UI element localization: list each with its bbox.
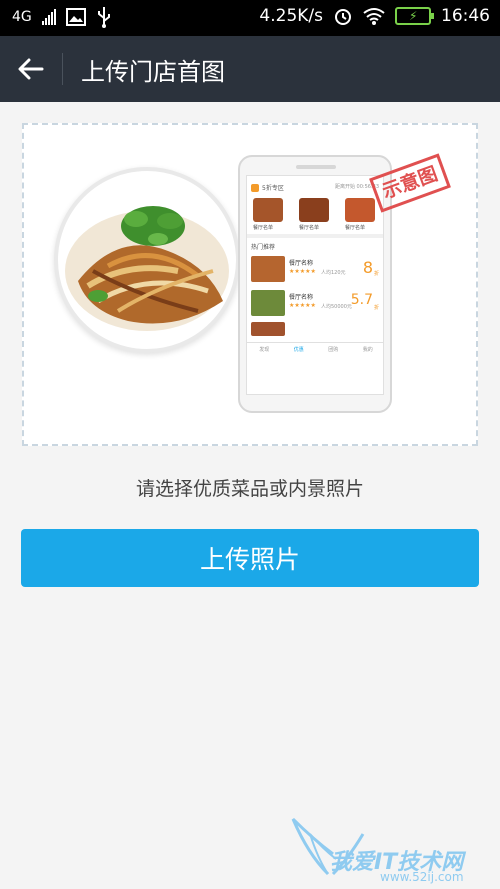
network-type: 4G [12,9,32,25]
dish-label: 餐厅名单 [299,225,320,231]
dish-thumb [253,198,283,222]
restaurant-price: 人均120元 [321,270,346,276]
clock: 16:46 [441,6,490,26]
sample-image-area[interactable]: 5折专区 距离开始 00:56:33 餐厅名单 餐厅名单 餐厅名单 热门推荐 餐… [22,123,478,446]
restaurant-name: 餐厅名称 [289,294,314,301]
restaurant-thumb [251,256,285,282]
header-divider [62,53,63,85]
restaurant-thumb [251,290,285,316]
network-speed: 4.25K/s [259,6,323,26]
section-icon [251,184,259,192]
section1-title: 5折专区 [262,185,284,192]
mini-tab-bar: 发现 优惠 团购 我的 [247,346,383,353]
back-button[interactable] [0,36,62,102]
watermark-url: www.52ij.com [380,870,464,884]
discount-value: 8 [362,258,373,277]
tabbar-divider [247,342,383,343]
dish-thumb [299,198,329,222]
restaurant-thumb [251,322,285,336]
status-bar: 4G 4.25K/s ⚡ 16:46 [0,0,500,36]
mini-tab: 团购 [328,347,339,353]
phone-speaker [296,165,336,169]
discount-suffix: 折 [373,271,379,277]
discount-suffix: 折 [373,305,379,311]
mini-tab: 发现 [259,347,270,353]
dish-thumb [345,198,375,222]
image-icon [65,8,86,26]
dish-label: 餐厅名单 [253,225,274,231]
mini-tab: 优惠 [293,347,304,353]
dish-photo [54,167,240,353]
phone-mockup: 5折专区 距离开始 00:56:33 餐厅名单 餐厅名单 餐厅名单 热门推荐 餐… [238,155,392,413]
mini-tab: 我的 [362,347,373,353]
page-title: 上传门店首图 [81,57,225,86]
back-arrow-icon [18,58,44,80]
app-header: 上传门店首图 [0,36,500,102]
restaurant-price: 人均50000元 [321,304,352,310]
section2-title: 热门推荐 [251,244,276,251]
restaurant-name: 餐厅名称 [289,260,314,267]
watermark: 我爱IT技术网 www.52ij.com [288,814,498,884]
battery-charging-icon: ⚡ [395,7,434,25]
usb-icon [97,7,110,28]
upload-photo-button[interactable]: 上传照片 [21,529,479,587]
dish-label: 餐厅名单 [345,225,366,231]
hint-text: 请选择优质菜品或内景照片 [135,478,364,500]
signal-icon [41,9,56,25]
rating-stars: ★★★★★ [289,268,316,275]
phone-screen: 5折专区 距离开始 00:56:33 餐厅名单 餐厅名单 餐厅名单 热门推荐 餐… [246,175,384,395]
discount-value: 5.7 [350,292,373,308]
alarm-icon [335,9,351,25]
wifi-icon [363,8,385,25]
rating-stars: ★★★★★ [289,302,316,309]
section-divider [247,234,383,238]
